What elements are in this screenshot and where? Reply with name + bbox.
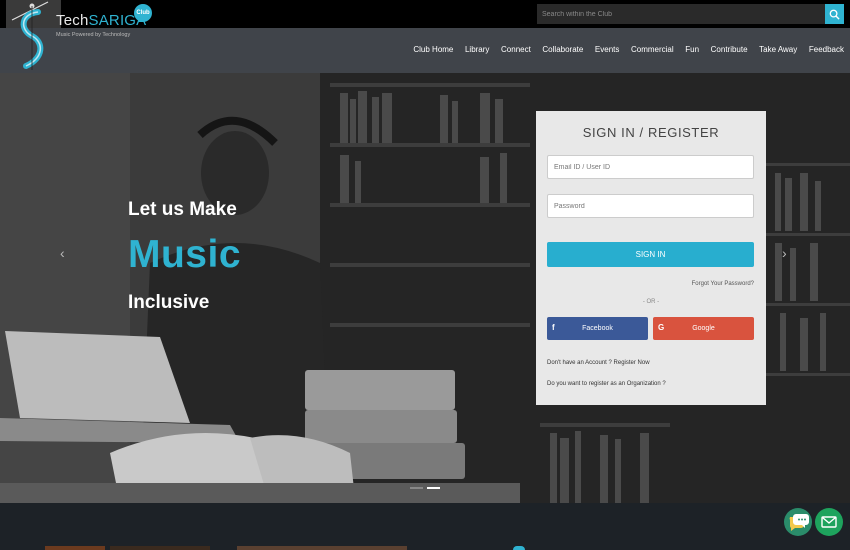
hero-headline-line1: Let us Make bbox=[128, 199, 237, 220]
google-login-button[interactable]: G Google bbox=[653, 317, 754, 340]
brand-name: TechSARIGA bbox=[56, 12, 147, 29]
organization-register-link[interactable]: Do you want to register as an Organizati… bbox=[547, 381, 666, 387]
thumbnail-strip bbox=[513, 546, 525, 550]
nav-fun[interactable]: Fun bbox=[685, 45, 699, 54]
email-field[interactable] bbox=[547, 155, 754, 179]
nav-club-home[interactable]: Club Home bbox=[413, 45, 453, 54]
nav-events[interactable]: Events bbox=[595, 45, 619, 54]
nav-take-away[interactable]: Take Away bbox=[759, 45, 797, 54]
google-icon: G bbox=[658, 323, 665, 332]
brand-tagline: Music Powered by Technology bbox=[56, 32, 131, 38]
nav-library[interactable]: Library bbox=[465, 45, 489, 54]
nav-connect[interactable]: Connect bbox=[501, 45, 531, 54]
violin-logo-icon bbox=[11, 1, 49, 70]
chevron-left-icon: ‹ bbox=[60, 245, 65, 261]
search-icon bbox=[829, 9, 840, 20]
signin-title: SIGN IN / REGISTER bbox=[582, 125, 720, 140]
chat-icon bbox=[789, 514, 809, 531]
chat-button[interactable] bbox=[784, 508, 812, 536]
hero-headline-line3: Inclusive bbox=[128, 292, 210, 313]
search-button[interactable] bbox=[825, 4, 844, 24]
facebook-label: Facebook bbox=[582, 325, 613, 332]
nav-contribute[interactable]: Contribute bbox=[711, 45, 748, 54]
carousel-dot[interactable] bbox=[410, 487, 423, 489]
mail-icon bbox=[821, 516, 837, 528]
signin-button[interactable]: SIGN IN bbox=[547, 242, 754, 267]
carousel-indicators bbox=[410, 487, 440, 489]
chevron-right-icon: › bbox=[782, 245, 787, 261]
google-label: Google bbox=[692, 325, 715, 332]
carousel-prev-button[interactable]: ‹ bbox=[60, 245, 65, 261]
password-field[interactable] bbox=[547, 194, 754, 218]
thumbnail-strip bbox=[237, 546, 407, 550]
nav-commercial[interactable]: Commercial bbox=[631, 45, 674, 54]
forgot-password-link[interactable]: Forgot Your Password? bbox=[692, 281, 754, 287]
search-bar bbox=[537, 4, 844, 24]
or-divider: - OR - bbox=[642, 299, 660, 305]
nav-feedback[interactable]: Feedback bbox=[809, 45, 844, 54]
carousel-next-button[interactable]: › bbox=[782, 245, 787, 261]
brand-logo[interactable]: TechSARIGA Club Music Powered by Technol… bbox=[10, 0, 170, 73]
search-input[interactable] bbox=[537, 4, 825, 24]
nav-collaborate[interactable]: Collaborate bbox=[542, 45, 583, 54]
register-link[interactable]: Don't have an Account ? Register Now bbox=[547, 360, 650, 366]
club-badge: Club bbox=[134, 4, 152, 22]
main-nav: Club Home Library Connect Collaborate Ev… bbox=[413, 45, 850, 54]
thumbnail-strip bbox=[45, 546, 105, 550]
facebook-icon: f bbox=[552, 323, 555, 332]
thumbnail-strip bbox=[110, 546, 210, 550]
carousel-dot-active[interactable] bbox=[427, 487, 440, 489]
footer-band bbox=[0, 503, 850, 550]
mail-button[interactable] bbox=[815, 508, 843, 536]
facebook-login-button[interactable]: f Facebook bbox=[547, 317, 648, 340]
signin-panel: SIGN IN / REGISTER SIGN IN Forgot Your P… bbox=[536, 111, 766, 405]
hero-headline-music: Music bbox=[128, 233, 242, 276]
